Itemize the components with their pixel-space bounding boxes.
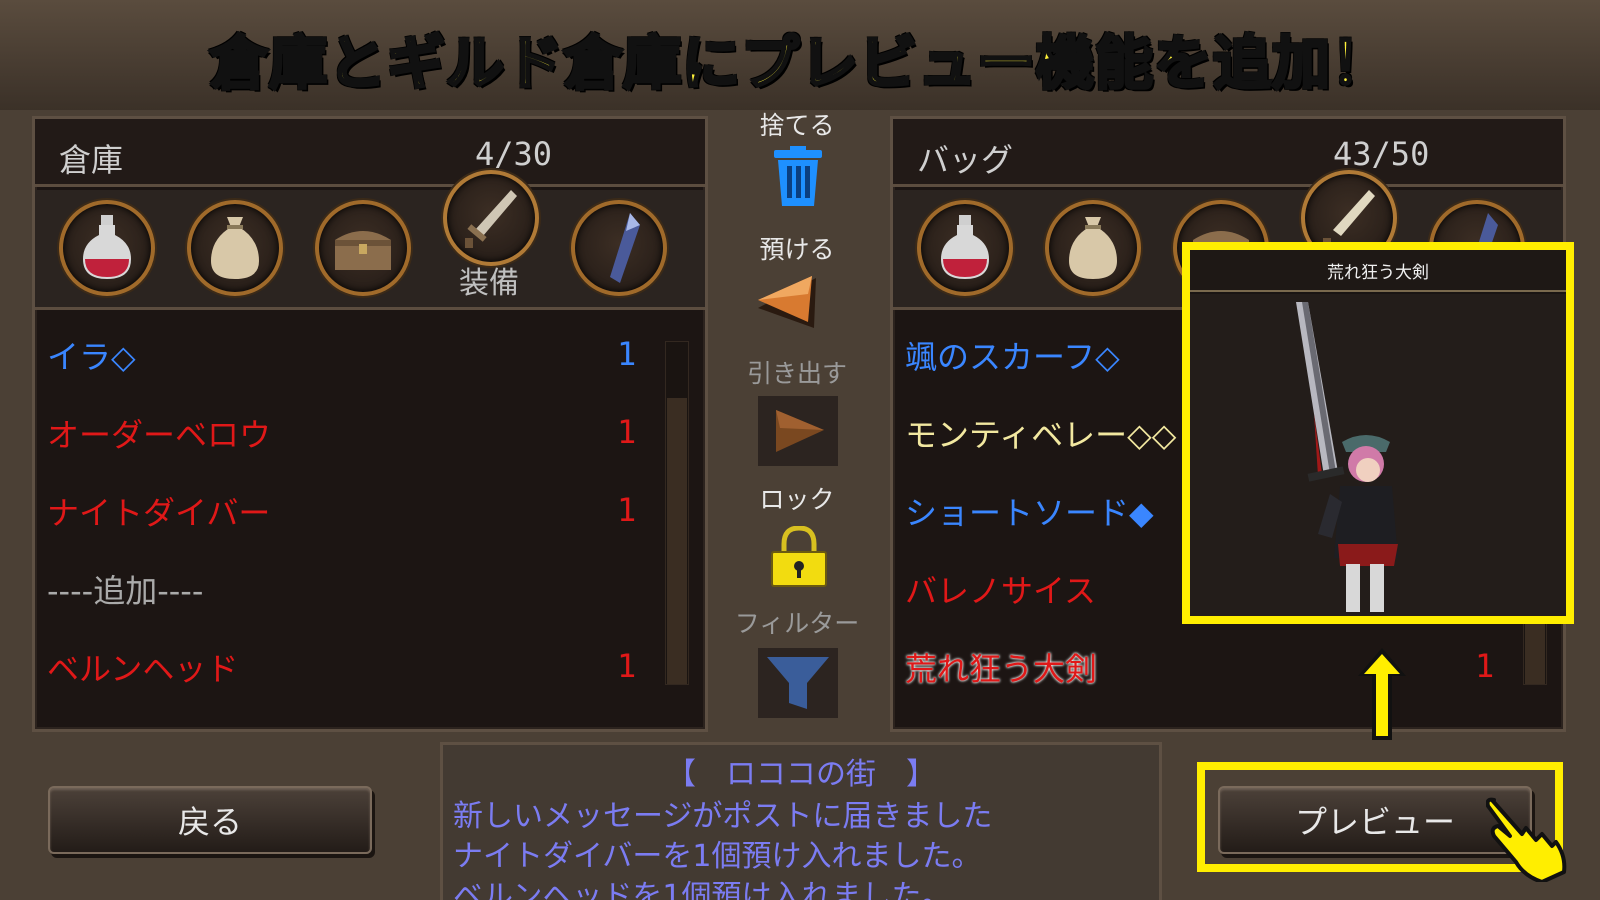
back-button[interactable]: 戻る xyxy=(48,786,372,854)
sword-icon xyxy=(465,190,517,248)
list-item[interactable]: バレノサイス xyxy=(905,561,1096,617)
chest-icon xyxy=(335,231,391,270)
scroll-thumb[interactable] xyxy=(1525,614,1545,684)
filter-label: フィルター xyxy=(734,609,860,638)
arrow-right-icon xyxy=(776,410,824,452)
list-item[interactable]: ナイトダイバー xyxy=(47,483,270,539)
arrow-up-icon xyxy=(1354,644,1410,744)
storage-item-list: イラ◇ 1 オーダーベロウ 1 ナイトダイバー 1 ----追加---- ベルン… xyxy=(35,313,705,729)
filter-icon xyxy=(767,657,829,709)
back-button-label: 戻る xyxy=(177,803,242,841)
storage-category-tabs: 装備 xyxy=(35,170,705,310)
crystal-icon xyxy=(610,213,640,283)
tab-chest[interactable] xyxy=(315,200,411,296)
list-item[interactable]: ベルンヘッド xyxy=(47,639,238,695)
arrow-left-icon xyxy=(758,276,816,328)
withdraw-label: 引き出す xyxy=(746,359,847,388)
preview-model-view[interactable] xyxy=(1190,294,1566,616)
item-qty: 1 xyxy=(1475,647,1495,685)
storage-title: 倉庫 xyxy=(59,141,124,179)
preview-button-label: プレビュー xyxy=(1294,803,1455,841)
sack-icon xyxy=(1069,217,1117,279)
storage-count: 4/30 xyxy=(475,135,553,173)
tab-bag[interactable] xyxy=(1045,200,1141,296)
filter-button[interactable] xyxy=(758,648,838,718)
lock-icon xyxy=(771,525,827,587)
sword-icon xyxy=(1323,190,1375,248)
item-qty: 1 xyxy=(617,335,637,373)
character-with-greatsword-image xyxy=(1296,302,1398,612)
discard-label: 捨てる xyxy=(759,111,835,140)
lock-label: ロック xyxy=(759,485,835,514)
lock-button[interactable] xyxy=(770,525,828,588)
tab-bag[interactable] xyxy=(187,200,283,296)
tab-potion[interactable] xyxy=(917,200,1013,296)
list-separator: ----追加---- xyxy=(47,572,204,610)
item-qty: 1 xyxy=(617,491,637,529)
item-qty: 1 xyxy=(617,413,637,451)
preview-title: 荒れ狂う大剣 xyxy=(1190,250,1566,292)
storage-scrollbar[interactable] xyxy=(665,341,689,685)
message-log: 【 ロココの街 】 新しいメッセージがポストに届きました ナイトダイバーを1個預… xyxy=(440,742,1162,900)
bag-header: バッグ 43/50 xyxy=(893,119,1563,187)
storage-header: 倉庫 4/30 xyxy=(35,119,705,187)
preview-button[interactable]: プレビュー xyxy=(1218,786,1532,854)
deposit-label: 預ける xyxy=(759,235,835,264)
pointing-hand-icon xyxy=(1485,790,1570,884)
equipment-tab-label: 装備 xyxy=(459,266,519,301)
headline-banner: 倉庫とギルド倉庫にプレビュー機能を追加！ xyxy=(208,27,1390,98)
bag-title: バッグ xyxy=(917,141,1014,179)
trash-icon xyxy=(774,146,822,206)
tab-potion[interactable] xyxy=(59,200,155,296)
list-item[interactable]: イラ◇ xyxy=(47,327,136,383)
list-item-selected[interactable]: 荒れ狂う大剣 xyxy=(905,639,1097,695)
list-item[interactable]: オーダーベロウ xyxy=(47,405,271,461)
potion-icon xyxy=(83,215,131,279)
sack-icon xyxy=(211,217,259,279)
scroll-thumb[interactable] xyxy=(667,398,687,684)
message-log-title: 【 ロココの街 】 xyxy=(666,757,936,792)
list-item[interactable]: モンティベレー◇◇ xyxy=(905,405,1176,461)
storage-panel: 倉庫 4/30 装備 イラ◇ 1 オーダーベロウ 1 ナイトダイバー 1 ---… xyxy=(32,116,708,732)
message-line: ナイトダイバーを1個預け入れました。 xyxy=(453,839,982,874)
list-item[interactable]: 颯のスカーフ◇ xyxy=(905,327,1120,383)
message-line: 新しいメッセージがポストに届きました xyxy=(453,799,993,834)
item-qty: 1 xyxy=(617,647,637,685)
discard-button[interactable] xyxy=(770,146,826,208)
potion-icon xyxy=(941,215,989,279)
withdraw-button[interactable] xyxy=(758,396,838,466)
message-line: ベルンヘッドを1個預け入れました。 xyxy=(453,879,952,900)
bag-count: 43/50 xyxy=(1333,135,1430,173)
tab-crystal[interactable] xyxy=(571,200,667,296)
item-preview-popup: 荒れ狂う大剣 xyxy=(1182,242,1574,624)
list-item[interactable]: ショートソード◆ xyxy=(905,483,1154,539)
deposit-button[interactable] xyxy=(752,272,824,334)
tab-equipment[interactable] xyxy=(443,170,539,266)
